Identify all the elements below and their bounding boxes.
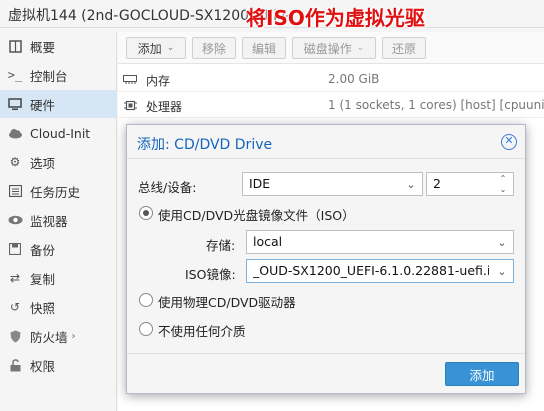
sidebar-item-label: 选项 — [30, 155, 56, 171]
sidebar-item-replication[interactable]: ⇄ 复制 — [0, 264, 117, 292]
storage-select-value: local — [253, 234, 283, 249]
add-cd-dvd-dialog: 添加: CD/DVD Drive ✕ 总线/设备: IDE ⌄ 2 ⌃ ⌄ 使用C… — [126, 124, 526, 394]
edit-button-label: 编辑 — [251, 41, 276, 56]
remove-button[interactable]: 移除 — [192, 37, 236, 59]
gear-icon: ⚙ — [9, 155, 21, 169]
add-button-label: 添加 — [137, 41, 162, 56]
list-icon — [7, 183, 23, 199]
add-button[interactable]: 添加 ⌄ — [126, 37, 186, 59]
remove-button-label: 移除 — [201, 41, 226, 56]
book-icon — [7, 38, 23, 54]
disk-action-label: 磁盘操作 — [303, 41, 352, 56]
restore-button-label: 还原 — [391, 41, 416, 56]
bus-device-label: 总线/设备: — [138, 180, 197, 195]
hardware-name: 处理器 — [146, 100, 183, 114]
sidebar-item-label: 监视器 — [30, 213, 68, 229]
sidebar-item-label: 复制 — [30, 271, 56, 287]
storage-label: 存储: — [206, 238, 236, 253]
sidebar-item-label: 备份 — [30, 242, 56, 258]
retweet-icon: ⇄ — [9, 271, 21, 285]
hardware-value: 1 (1 sockets, 1 cores) [host] [cpuunits — [328, 98, 544, 112]
no-media-label: 不使用任何介质 — [158, 324, 246, 339]
bus-select[interactable]: IDE ⌄ — [242, 172, 423, 196]
sidebar-item-hardware[interactable]: 硬件 — [0, 90, 117, 118]
physical-drive-label: 使用物理CD/DVD驱动器 — [158, 295, 296, 310]
sidebar-item-label: 权限 — [30, 358, 56, 374]
terminal-icon: >_ — [7, 68, 23, 82]
edit-button[interactable]: 编辑 — [242, 37, 286, 59]
storage-select[interactable]: local ⌄ — [246, 230, 514, 254]
hardware-row-memory[interactable]: 内存 2.00 GiB — [118, 66, 544, 92]
hardware-value: 2.00 GiB — [328, 72, 380, 86]
sidebar-item-snapshot[interactable]: ↺ 快照 — [0, 293, 117, 321]
sidebar-item-options[interactable]: ⚙ 选项 — [0, 148, 117, 176]
sidebar-item-label: 概要 — [30, 39, 56, 55]
title-bar: 虚拟机144 (2nd-GOCLOUD-SX1200-UEFI- 将ISO作为虚… — [0, 0, 544, 30]
iso-image-value: _OUD-SX1200_UEFI-6.1.0.22881-uefi.iso — [253, 263, 489, 278]
unlock-icon — [7, 357, 23, 373]
dialog-footer: 添加 — [127, 353, 525, 393]
sidebar-item-monitor[interactable]: 监视器 — [0, 206, 117, 234]
spinner-arrows-icon[interactable]: ⌃ ⌄ — [493, 173, 513, 195]
iso-image-label: ISO镜像: — [185, 267, 236, 282]
sidebar-item-backup[interactable]: 备份 — [0, 235, 117, 263]
restore-button[interactable]: 还原 — [382, 37, 426, 59]
sidebar-item-permissions[interactable]: 权限 — [0, 351, 117, 379]
chevron-down-icon: ⌄ — [166, 43, 175, 53]
floppy-icon — [7, 241, 23, 257]
eye-icon — [7, 212, 23, 228]
sidebar-item-task-history[interactable]: 任务历史 — [0, 177, 117, 205]
cpu-icon — [123, 98, 137, 112]
sidebar-item-firewall[interactable]: 防火墙 › — [0, 322, 117, 350]
iso-radio[interactable] — [139, 206, 153, 220]
sidebar-item-console[interactable]: >_ 控制台 — [0, 61, 117, 89]
physical-drive-radio[interactable] — [139, 293, 153, 307]
dialog-title: 添加: CD/DVD Drive — [137, 137, 273, 153]
no-media-radio[interactable] — [139, 322, 153, 336]
sidebar-item-label: 快照 — [30, 300, 56, 316]
sidebar-item-label: Cloud-Init — [30, 125, 91, 141]
iso-image-select[interactable]: _OUD-SX1200_UEFI-6.1.0.22881-uefi.iso ⌄ — [246, 259, 514, 283]
chevron-down-icon: ⌄ — [406, 177, 416, 191]
sidebar-item-label: 控制台 — [30, 68, 68, 84]
disk-action-button[interactable]: 磁盘操作 ⌄ — [292, 37, 376, 59]
sidebar-item-label: 防火墙 — [30, 329, 68, 345]
chevron-down-icon: ⌄ — [497, 235, 507, 249]
monitor-icon — [7, 96, 23, 112]
chevron-right-icon: › — [71, 330, 76, 342]
iso-option-label: 使用CD/DVD光盘镜像文件（ISO） — [158, 208, 355, 223]
memory-icon — [123, 72, 137, 86]
bus-select-value: IDE — [249, 176, 271, 191]
confirm-add-label: 添加 — [469, 367, 495, 383]
toolbar: 添加 ⌄ 移除 编辑 磁盘操作 ⌄ 还原 — [118, 32, 544, 64]
confirm-add-button[interactable]: 添加 — [445, 362, 519, 386]
hardware-name: 内存 — [146, 74, 171, 88]
history-icon: ↺ — [9, 300, 21, 314]
hardware-row-processor[interactable]: 处理器 1 (1 sockets, 1 cores) [host] [cpuun… — [118, 92, 544, 118]
sidebar-item-label: 硬件 — [30, 97, 56, 113]
chevron-down-icon: ⌄ — [497, 264, 507, 278]
device-number-spinner[interactable]: 2 ⌃ ⌄ — [426, 172, 514, 196]
sidebar-item-summary[interactable]: 概要 — [0, 32, 117, 60]
sidebar-item-cloud-init[interactable]: Cloud-Init — [0, 119, 117, 147]
annotation-banner: 将ISO作为虚拟光驱 — [246, 6, 425, 30]
dialog-header: 添加: CD/DVD Drive ✕ — [127, 125, 525, 159]
close-icon[interactable]: ✕ — [501, 134, 517, 150]
chevron-down-icon: ⌄ — [356, 43, 365, 53]
sidebar-item-label: 任务历史 — [30, 184, 81, 200]
sidebar: 概要 >_ 控制台 硬件 Cloud-Init ⚙ 选项 任务历史 监视器 备份… — [0, 32, 117, 411]
shield-icon — [7, 328, 23, 344]
cloud-icon — [7, 125, 23, 141]
